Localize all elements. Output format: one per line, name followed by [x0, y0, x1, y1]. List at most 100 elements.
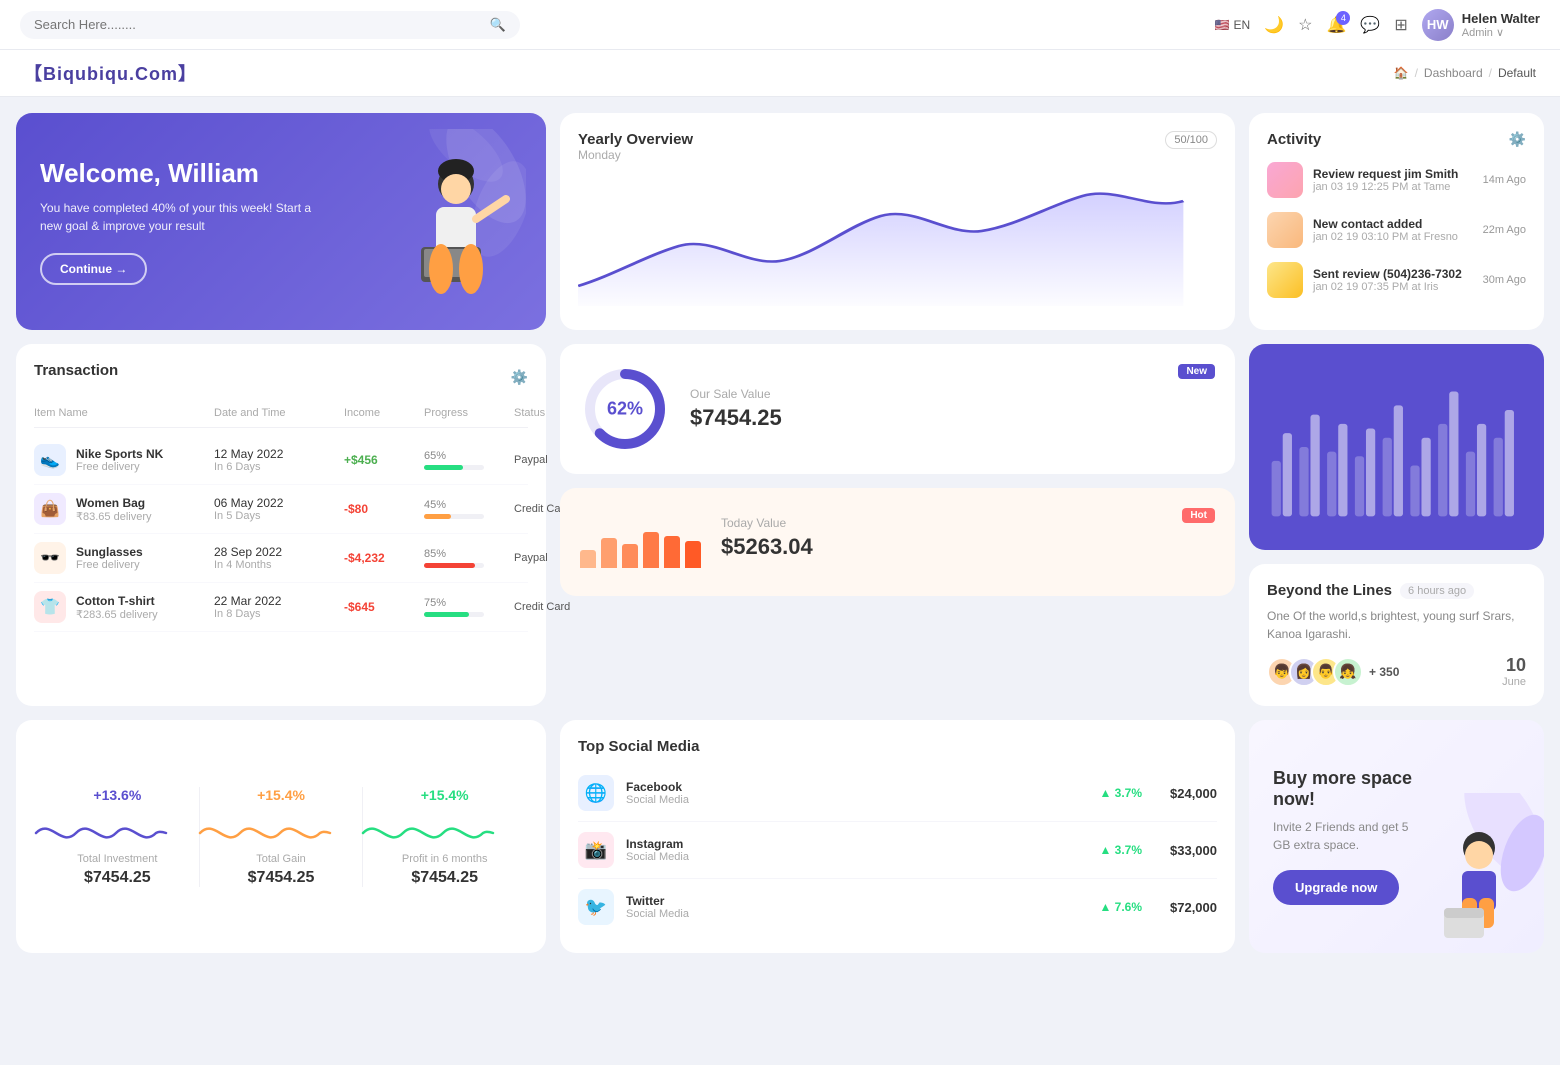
search-icon: 🔍: [490, 17, 506, 33]
buy-space-card: Buy more space now! Invite 2 Friends and…: [1249, 720, 1544, 953]
col-income: Income: [344, 407, 424, 419]
social-growth: ▲ 3.7%: [1099, 843, 1142, 857]
search-input[interactable]: [34, 17, 482, 32]
hot-badge: Hot: [1182, 508, 1215, 523]
yearly-overview-card: Yearly Overview Monday 50/100: [560, 113, 1235, 330]
user-role: Admin ∨: [1462, 26, 1540, 39]
gain-wave: [200, 813, 330, 853]
sale-donut: 62%: [580, 364, 670, 454]
brand-logo: 【Biqubiqu.Com】: [24, 60, 197, 86]
yearly-overview-badge: 50/100: [1165, 131, 1217, 149]
item-cell: 🕶️ Sunglasses Free delivery: [34, 542, 214, 574]
item-cell: 👜 Women Bag ₹83.65 delivery: [34, 493, 214, 525]
dark-mode-toggle[interactable]: 🌙: [1264, 15, 1284, 35]
today-value-card: Today Value $5263.04 Hot: [560, 488, 1235, 596]
breadcrumb-dashboard[interactable]: Dashboard: [1424, 66, 1483, 80]
table-row: 🕶️ Sunglasses Free delivery 28 Sep 2022 …: [34, 534, 528, 583]
activity-item: New contact added jan 02 19 03:10 PM at …: [1267, 212, 1526, 248]
social-amount: $33,000: [1170, 843, 1217, 858]
social-amount: $72,000: [1170, 900, 1217, 915]
yearly-chart: [578, 176, 1217, 306]
activity-list: Review request jim Smith jan 03 19 12:25…: [1267, 162, 1526, 298]
beyond-time: 6 hours ago: [1400, 583, 1474, 599]
fullscreen-icon[interactable]: ⊞: [1394, 15, 1407, 35]
activity-name: Review request jim Smith: [1313, 167, 1473, 181]
progress-cell: 45%: [424, 499, 514, 519]
stat-gain: +15.4% Total Gain $7454.25: [199, 787, 363, 887]
social-platform-icon: 🐦: [578, 889, 614, 925]
social-platform-icon: 🌐: [578, 775, 614, 811]
stat-profit: +15.4% Profit in 6 months $7454.25: [362, 787, 526, 887]
social-item: 🐦 Twitter Social Media ▲ 7.6% $72,000: [578, 879, 1217, 935]
activity-avatar: [1267, 212, 1303, 248]
buy-space-illustration: [1384, 793, 1544, 953]
breadcrumb-current: Default: [1498, 66, 1536, 80]
income-cell: +$456: [344, 453, 424, 467]
item-icon: 👟: [34, 444, 66, 476]
search-bar[interactable]: 🔍: [20, 11, 520, 39]
nav-right: 🇺🇸 EN 🌙 ☆ 🔔 4 💬 ⊞ HW Helen Walter Admin …: [1215, 9, 1540, 41]
beyond-desc: One Of the world,s brightest, young surf…: [1267, 607, 1526, 643]
date-cell: 06 May 2022 In 5 Days: [214, 496, 344, 522]
notification-badge: 4: [1336, 11, 1350, 25]
donut-label: 62%: [607, 399, 643, 420]
chat-icon[interactable]: 💬: [1360, 15, 1380, 35]
welcome-illustration: [336, 113, 536, 330]
activity-avatar: [1267, 262, 1303, 298]
new-badge: New: [1178, 364, 1215, 379]
date-cell: 22 Mar 2022 In 8 Days: [214, 594, 344, 620]
continue-button[interactable]: Continue →: [40, 253, 147, 285]
upgrade-button[interactable]: Upgrade now: [1273, 870, 1399, 905]
flag-icon: 🇺🇸: [1215, 18, 1230, 32]
activity-item: Review request jim Smith jan 03 19 12:25…: [1267, 162, 1526, 198]
gain-label: Total Gain: [200, 853, 363, 865]
language-label: EN: [1234, 18, 1251, 32]
item-icon: 👜: [34, 493, 66, 525]
activity-item: Sent review (504)236-7302 jan 02 19 07:3…: [1267, 262, 1526, 298]
profit-wave: [363, 813, 493, 853]
transaction-title: Transaction: [34, 362, 118, 379]
home-icon[interactable]: 🏠: [1394, 66, 1409, 80]
activity-name: New contact added: [1313, 217, 1473, 231]
social-item: 📸 Instagram Social Media ▲ 3.7% $33,000: [578, 822, 1217, 879]
social-amount: $24,000: [1170, 786, 1217, 801]
item-cell: 👕 Cotton T-shirt ₹283.65 delivery: [34, 591, 214, 623]
breadcrumb-bar: 【Biqubiqu.Com】 🏠 / Dashboard / Default: [0, 50, 1560, 97]
bar-chart-card: [1249, 344, 1544, 550]
gain-pct: +15.4%: [200, 787, 363, 803]
avatar: HW: [1422, 9, 1454, 41]
col-progress: Progress: [424, 407, 514, 419]
progress-cell: 75%: [424, 597, 514, 617]
plus-count: + 350: [1369, 665, 1399, 679]
star-icon[interactable]: ☆: [1298, 15, 1312, 35]
investment-value: $7454.25: [36, 869, 199, 887]
activity-when: jan 03 19 12:25 PM at Tame: [1313, 181, 1473, 193]
transaction-settings-button[interactable]: ⚙️: [511, 369, 528, 386]
date-cell: 12 May 2022 In 6 Days: [214, 447, 344, 473]
activity-time: 14m Ago: [1483, 174, 1526, 186]
avatar-4: 👧: [1333, 657, 1363, 687]
social-platform-icon: 📸: [578, 832, 614, 868]
notifications-button[interactable]: 🔔 4: [1326, 15, 1346, 35]
table-row: 👕 Cotton T-shirt ₹283.65 delivery 22 Mar…: [34, 583, 528, 632]
beyond-the-lines-card: Beyond the Lines 6 hours ago One Of the …: [1249, 564, 1544, 706]
activity-when: jan 02 19 03:10 PM at Fresno: [1313, 231, 1473, 243]
date-cell: 28 Sep 2022 In 4 Months: [214, 545, 344, 571]
progress-cell: 85%: [424, 548, 514, 568]
language-selector[interactable]: 🇺🇸 EN: [1215, 18, 1251, 32]
profit-pct: +15.4%: [363, 787, 526, 803]
activity-time: 22m Ago: [1483, 224, 1526, 236]
investment-wave: [36, 813, 166, 853]
activity-card: Activity ⚙️ Review request jim Smith jan…: [1249, 113, 1544, 330]
breadcrumb: 🏠 / Dashboard / Default: [1394, 66, 1536, 80]
welcome-subtitle: You have completed 40% of your this week…: [40, 199, 329, 235]
social-growth: ▲ 3.7%: [1099, 786, 1142, 800]
sale-label: Our Sale Value: [690, 387, 782, 401]
gain-value: $7454.25: [200, 869, 363, 887]
table-row: 👟 Nike Sports NK Free delivery 12 May 20…: [34, 436, 528, 485]
activity-settings-button[interactable]: ⚙️: [1509, 131, 1526, 148]
user-info[interactable]: HW Helen Walter Admin ∨: [1422, 9, 1540, 41]
sale-value-card: 62% Our Sale Value $7454.25 New: [560, 344, 1235, 474]
social-media-card: Top Social Media 🌐 Facebook Social Media…: [560, 720, 1235, 953]
today-bar-chart: [580, 508, 701, 568]
